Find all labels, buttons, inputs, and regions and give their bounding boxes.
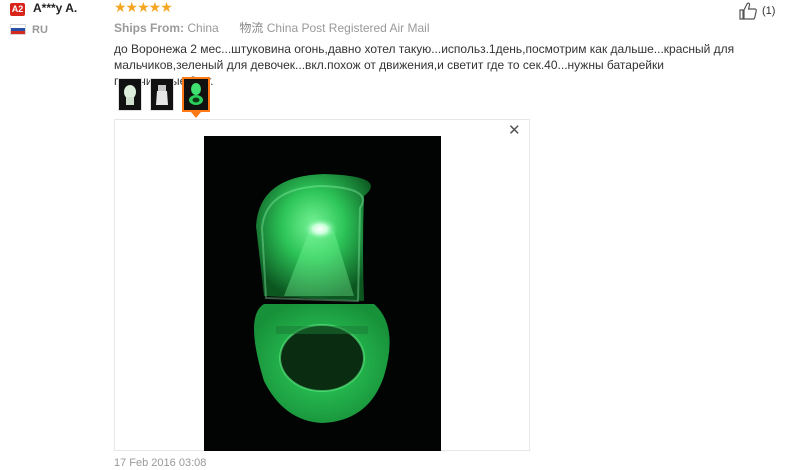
thumbs-up-icon: [739, 2, 757, 20]
review-photo: [204, 136, 441, 451]
review-text: до Воронежа 2 мес...штуковина огонь,давн…: [114, 42, 735, 88]
logistics-value: China Post Registered Air Mail: [266, 21, 430, 35]
shipping-info: Ships From: China 物流 China Post Register…: [114, 19, 430, 36]
ships-from-label: Ships From:: [114, 21, 185, 35]
photo-thumbnail-1[interactable]: [118, 78, 142, 111]
active-thumbnail-caret: [191, 112, 201, 118]
helpful-count: (1): [762, 5, 776, 17]
helpful-button[interactable]: (1): [738, 2, 775, 20]
reviewer-level-badge: A2: [10, 3, 25, 16]
photo-thumbnails: [118, 77, 210, 118]
photo-thumbnail-3[interactable]: [182, 77, 210, 118]
country-flag-icon: [10, 24, 26, 35]
logistics-label: 物流: [239, 21, 264, 35]
photo-thumbnail-2[interactable]: [150, 78, 174, 111]
reviewer-country: RU: [32, 24, 48, 36]
reviewer-name: A***y A.: [33, 1, 78, 15]
rating-stars: ★★★★★: [114, 0, 173, 15]
close-viewer-button[interactable]: ✕: [508, 121, 521, 139]
review-date: 17 Feb 2016 03:08: [114, 457, 207, 469]
ships-from-value: China: [187, 21, 219, 35]
